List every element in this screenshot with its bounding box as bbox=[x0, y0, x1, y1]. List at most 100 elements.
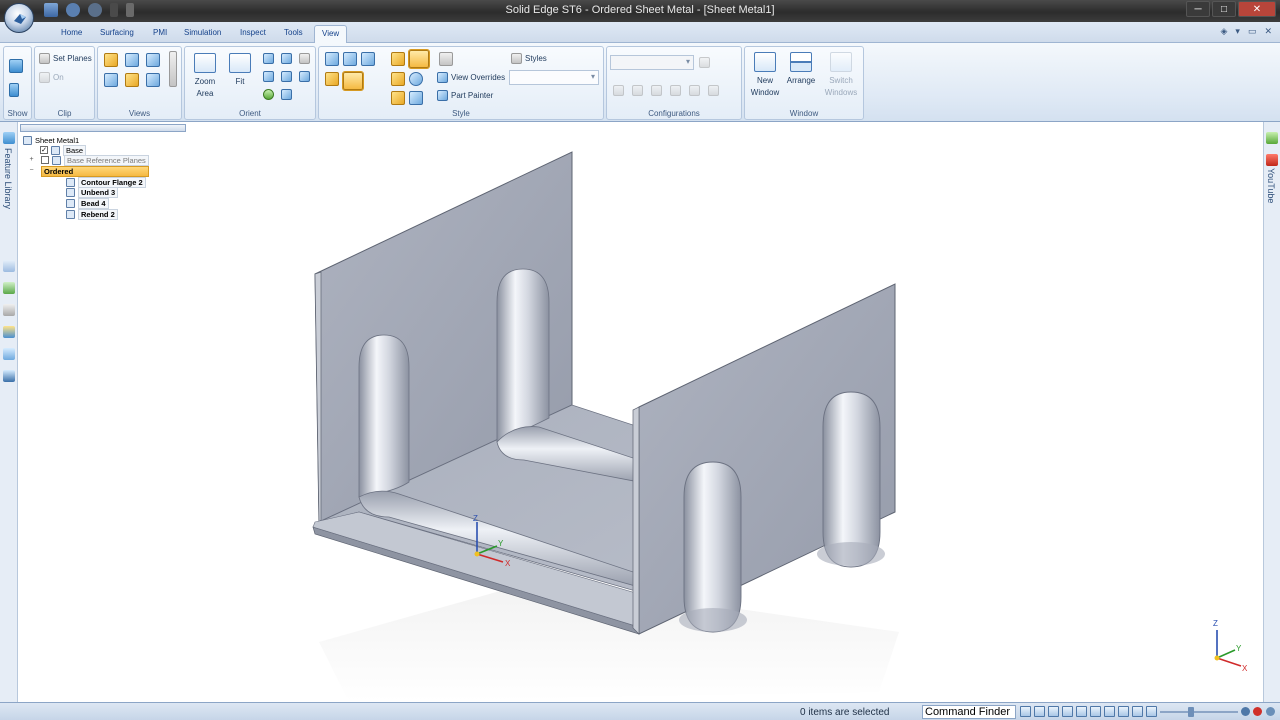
show-all-icon[interactable] bbox=[9, 59, 23, 73]
zoom-out-status-icon[interactable] bbox=[1146, 706, 1157, 717]
configurations-select[interactable] bbox=[610, 55, 694, 70]
wireframe-icon[interactable] bbox=[325, 52, 339, 66]
youtube-icon[interactable] bbox=[1266, 154, 1278, 166]
tree-item-part[interactable]: Sheet Metal1 bbox=[23, 135, 79, 145]
view-overrides-select[interactable] bbox=[509, 70, 599, 85]
base-checkbox[interactable]: ✓ bbox=[40, 146, 48, 154]
tree-item-base-reference-planes[interactable]: + Base Reference Planes bbox=[28, 154, 149, 166]
sketch-view-icon[interactable] bbox=[263, 71, 274, 82]
zoom-status-icon[interactable] bbox=[1034, 706, 1045, 717]
hidden-edges-icon[interactable] bbox=[361, 52, 375, 66]
show-toggle-icon[interactable] bbox=[9, 83, 19, 97]
shaded-with-edges-icon[interactable] bbox=[342, 71, 364, 91]
previous-view-icon[interactable] bbox=[281, 89, 292, 100]
help-icon[interactable]: ◈ bbox=[1220, 26, 1227, 37]
clip-on-button[interactable]: On bbox=[39, 72, 64, 83]
grid-icon[interactable] bbox=[439, 52, 453, 66]
sphere-icon[interactable] bbox=[409, 72, 423, 86]
views-scroll-icon[interactable] bbox=[169, 51, 177, 87]
config-tool-6-icon[interactable] bbox=[708, 85, 719, 96]
view-overrides-button[interactable]: View Overrides bbox=[437, 72, 505, 83]
tab-pmi[interactable]: PMI bbox=[146, 25, 174, 43]
bead-back-left[interactable] bbox=[358, 334, 410, 498]
rotate-icon[interactable] bbox=[299, 53, 310, 64]
shaded-icon[interactable] bbox=[325, 72, 339, 86]
visible-edges-icon[interactable] bbox=[343, 52, 357, 66]
config-tool-4-icon[interactable] bbox=[670, 85, 681, 96]
tree-item-base[interactable]: ✓ Base bbox=[40, 144, 87, 156]
teamcenter-icon[interactable] bbox=[3, 304, 15, 316]
bead-front-right[interactable] bbox=[822, 391, 881, 568]
spin-about-icon[interactable] bbox=[281, 71, 292, 82]
view-top-icon[interactable] bbox=[125, 53, 139, 67]
command-finder-input[interactable]: Command Finder bbox=[922, 705, 1016, 719]
tree-item-bead[interactable]: Bead 4 bbox=[66, 197, 109, 209]
rotate-status-icon[interactable] bbox=[1076, 706, 1087, 717]
tab-surfacing[interactable]: Surfacing bbox=[93, 25, 141, 43]
variables-icon[interactable] bbox=[3, 370, 15, 382]
close-button[interactable]: ✕ bbox=[1238, 1, 1276, 17]
view-bottom-icon[interactable] bbox=[146, 73, 160, 87]
zoom-slider-thumb[interactable] bbox=[1188, 707, 1194, 717]
config-tool-2-icon[interactable] bbox=[632, 85, 643, 96]
options-icon[interactable] bbox=[1266, 707, 1275, 716]
sensors-icon[interactable] bbox=[3, 282, 15, 294]
refresh-icon[interactable] bbox=[263, 89, 274, 100]
config-tool-1-icon[interactable] bbox=[613, 85, 624, 96]
tab-tools[interactable]: Tools bbox=[277, 25, 310, 43]
pan-icon[interactable] bbox=[281, 53, 292, 64]
youtube-tab[interactable]: YouTube bbox=[1266, 168, 1276, 203]
tree-item-rebend[interactable]: Rebend 2 bbox=[66, 208, 118, 220]
view-left-icon[interactable] bbox=[104, 73, 118, 87]
relationships-icon[interactable] bbox=[3, 348, 15, 360]
sketch-view-status-icon[interactable] bbox=[1090, 706, 1101, 717]
tree-item-contour-flange[interactable]: Contour Flange 2 bbox=[66, 176, 146, 188]
view-orient-status-icon[interactable] bbox=[1132, 706, 1143, 717]
config-tool-3-icon[interactable] bbox=[651, 85, 662, 96]
new-window-button[interactable]: New Window bbox=[747, 52, 783, 99]
feature-library-icon[interactable] bbox=[3, 132, 15, 144]
arrange-button[interactable]: Arrange bbox=[783, 52, 819, 87]
collapse-icon[interactable]: − bbox=[28, 167, 35, 175]
minimize-button[interactable]: ─ bbox=[1186, 1, 1210, 17]
look-at-face-icon[interactable] bbox=[299, 71, 310, 82]
ribbon-minimize-icon[interactable]: ▾ bbox=[1235, 26, 1240, 37]
view-triad[interactable]: Z Y X bbox=[1213, 619, 1248, 673]
shaded-status-icon[interactable] bbox=[1104, 706, 1115, 717]
feature-library-tab[interactable]: Feature Library bbox=[3, 148, 13, 209]
view-iso-icon[interactable] bbox=[104, 53, 118, 67]
tab-home[interactable]: Home bbox=[54, 25, 89, 43]
styles-button[interactable]: Styles bbox=[511, 53, 547, 64]
doc-restore-icon[interactable]: ▭ bbox=[1248, 26, 1257, 37]
docking-icon[interactable] bbox=[1266, 132, 1278, 144]
switch-windows-button[interactable]: Switch Windows bbox=[821, 52, 861, 99]
fit-button[interactable]: Fit bbox=[225, 53, 255, 88]
shaded-edges-status-icon[interactable] bbox=[1118, 706, 1129, 717]
zoom-area-button[interactable]: Zoom Area bbox=[189, 53, 221, 100]
zoom-in-icon[interactable] bbox=[1241, 707, 1250, 716]
tree-item-unbend[interactable]: Unbend 3 bbox=[66, 186, 119, 198]
application-button[interactable] bbox=[4, 3, 34, 33]
zoom-icon[interactable] bbox=[263, 53, 274, 64]
tab-simulation[interactable]: Simulation bbox=[177, 25, 228, 43]
pan-status-icon[interactable] bbox=[1062, 706, 1073, 717]
pathfinder-header[interactable] bbox=[20, 124, 186, 132]
reflection-icon[interactable] bbox=[391, 91, 405, 105]
zoom-area-status-icon[interactable] bbox=[1020, 706, 1031, 717]
zoom-slider[interactable] bbox=[1160, 711, 1238, 713]
expand-icon[interactable]: + bbox=[28, 156, 35, 164]
maximize-button[interactable]: □ bbox=[1212, 1, 1236, 17]
layers-icon[interactable] bbox=[3, 260, 15, 272]
set-planes-button[interactable]: Set Planes bbox=[39, 53, 92, 64]
perspective-icon[interactable] bbox=[409, 91, 423, 105]
part-painter-button[interactable]: Part Painter bbox=[437, 90, 493, 101]
fit-status-icon[interactable] bbox=[1048, 706, 1059, 717]
graphics-window[interactable]: Z Y X Z Y X bbox=[19, 122, 1263, 702]
bead-front-left[interactable] bbox=[683, 461, 742, 633]
tab-inspect[interactable]: Inspect bbox=[233, 25, 273, 43]
save-configuration-icon[interactable] bbox=[699, 57, 710, 68]
bead-back-right[interactable] bbox=[496, 268, 550, 443]
tab-view[interactable]: View bbox=[314, 25, 348, 43]
config-tool-5-icon[interactable] bbox=[689, 85, 700, 96]
view-right-icon[interactable] bbox=[125, 73, 139, 87]
